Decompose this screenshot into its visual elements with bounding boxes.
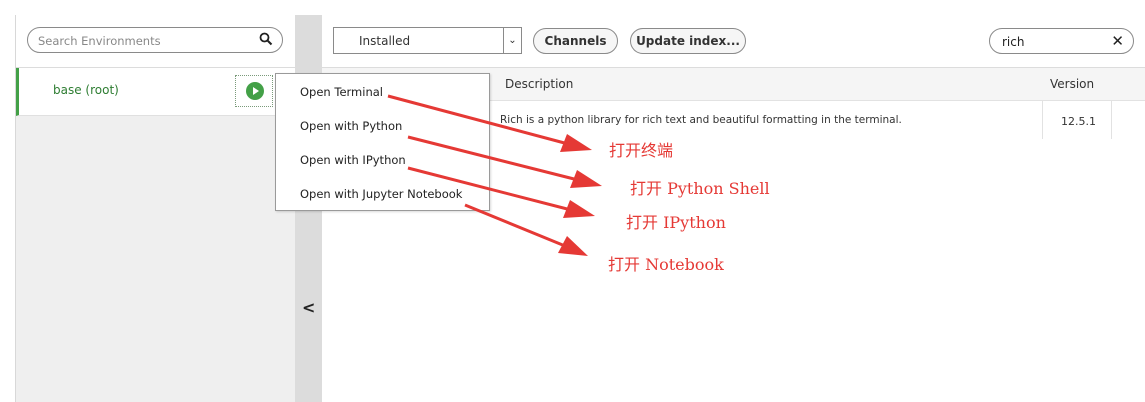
window-top-margin (0, 0, 1145, 15)
environment-name: base (root) (53, 83, 119, 97)
play-circle-icon (246, 82, 264, 100)
package-version: 12.5.1 (1061, 115, 1096, 128)
package-filter-value: Installed (359, 34, 411, 48)
chevron-down-icon[interactable]: ⌄ (503, 28, 521, 53)
chevron-left-icon[interactable]: < (302, 298, 315, 317)
environment-context-menu: Open Terminal Open with Python Open with… (275, 73, 490, 211)
channels-button[interactable]: Channels (533, 28, 618, 54)
search-environments-field[interactable] (27, 27, 283, 53)
version-cell: 12.5.1 (1042, 101, 1112, 139)
menu-item-open-ipython[interactable]: Open with IPython (300, 153, 406, 167)
package-description: Rich is a python library for rich text a… (500, 114, 902, 126)
menu-item-open-terminal[interactable]: Open Terminal (300, 85, 383, 99)
column-header-version[interactable]: Version (1050, 77, 1094, 91)
annotation-label: 打开 Python Shell (630, 179, 770, 198)
environments-panel: base (root) (15, 15, 296, 402)
column-header-description[interactable]: Description (505, 77, 573, 91)
package-filter-select[interactable]: Installed ⌄ (333, 27, 522, 54)
package-search-field[interactable]: ✕ (989, 28, 1134, 54)
menu-item-open-python[interactable]: Open with Python (300, 119, 402, 133)
annotation-label: 打开 IPython (626, 213, 726, 232)
package-search-input[interactable] (1000, 33, 1104, 51)
run-environment-button[interactable] (235, 75, 273, 107)
clear-search-icon[interactable]: ✕ (1111, 32, 1124, 50)
annotation-label: 打开 Notebook (608, 255, 724, 274)
magnifier-icon[interactable] (259, 32, 273, 49)
environment-search-bar (16, 15, 296, 68)
annotation-label: 打开终端 (609, 141, 674, 160)
update-index-button[interactable]: Update index... (630, 28, 746, 54)
menu-item-open-jupyter-notebook[interactable]: Open with Jupyter Notebook (300, 187, 462, 201)
packages-toolbar: Installed ⌄ Channels Update index... ✕ (322, 15, 1145, 68)
environment-item-base[interactable]: base (root) (16, 68, 296, 116)
search-environments-input[interactable] (36, 32, 250, 50)
